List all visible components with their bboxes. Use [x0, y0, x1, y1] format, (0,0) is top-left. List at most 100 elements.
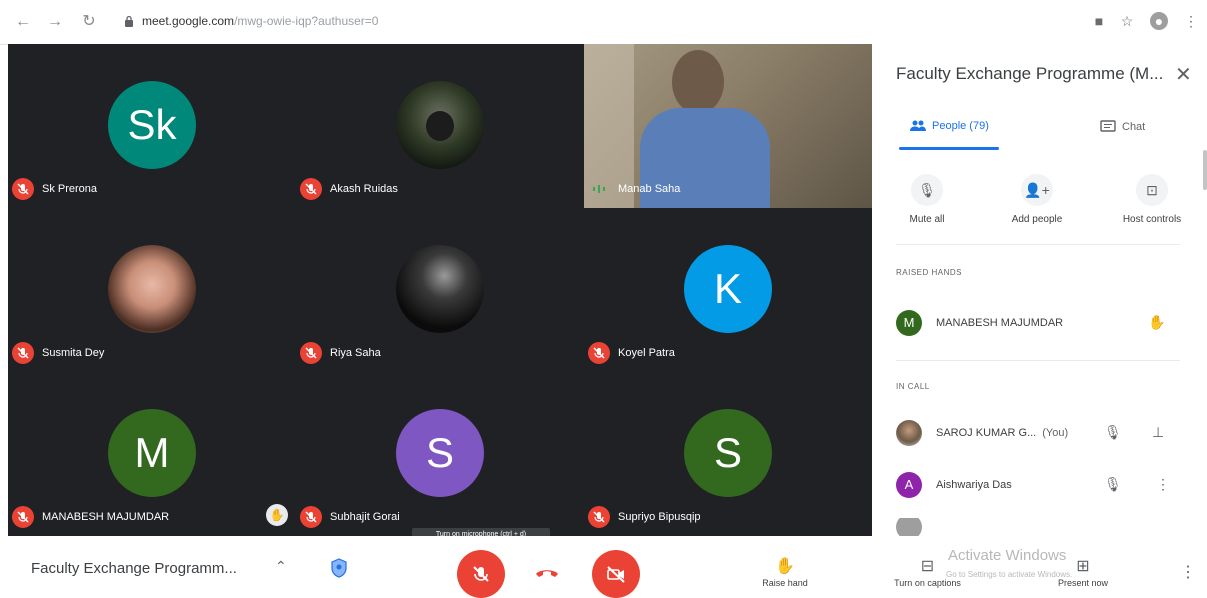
video-off-icon [607, 566, 625, 583]
add-people-button[interactable]: 👤+ Add people [992, 174, 1082, 225]
reload-icon[interactable]: ↻ [80, 13, 98, 31]
divider [896, 244, 1180, 245]
participant-tile[interactable]: Susmita Dey [8, 208, 296, 372]
participant-name: Manab Saha [618, 183, 681, 195]
participant-tile[interactable]: S Subhajit Gorai [296, 372, 584, 536]
participant-tile-video[interactable]: Manab Saha [584, 44, 872, 208]
camera-button[interactable] [592, 550, 640, 598]
tile-namebar: MANABESH MAJUMDAR [12, 506, 169, 528]
panel-title: Faculty Exchange Programme (M... [896, 64, 1164, 83]
present-now-label: Present now [1057, 578, 1109, 588]
profile-icon[interactable]: ● [1150, 12, 1168, 30]
avatar: S [396, 409, 484, 497]
participant-name: Sk Prerona [42, 183, 98, 195]
avatar: M [108, 409, 196, 497]
url-text[interactable]: meet.google.com/mwg-owie-iqp?authuser=0 [142, 14, 378, 28]
participant-tile[interactable]: S Supriyo Bipusqip [584, 372, 872, 536]
avatar-photo [396, 81, 484, 169]
raised-hand-row[interactable]: M MANABESH MAJUMDAR ✋ [896, 308, 1186, 338]
raise-hand-button[interactable]: ✋ Raise hand [740, 556, 830, 588]
shield-icon[interactable] [330, 558, 348, 578]
mute-all-button[interactable]: 🎙 Mute all [882, 174, 972, 225]
participant-name: Subhajit Gorai [330, 511, 400, 523]
host-controls-icon: ⊡ [1136, 174, 1168, 206]
participant-name: MANABESH MAJUMDAR [42, 511, 170, 523]
tile-namebar: Riya Saha [300, 342, 381, 364]
menu-icon[interactable]: ⋮ [1182, 12, 1200, 30]
camera-icon[interactable]: ■ [1090, 12, 1108, 30]
avatar-photo [896, 518, 922, 536]
participant-row[interactable]: SAROJ KUMAR G... (You) 🎙 ⊥ [896, 418, 1186, 448]
url-host: meet.google.com [142, 14, 235, 28]
mic-off-icon [300, 506, 322, 528]
mic-off-icon [300, 342, 322, 364]
activate-windows-watermark: Activate Windows [948, 547, 1067, 564]
pin-icon[interactable]: ⊥ [1152, 424, 1164, 441]
raised-hands-heading: RAISED HANDS [896, 268, 963, 277]
participant-name: SAROJ KUMAR G... [936, 427, 1037, 439]
avatar: S [684, 409, 772, 497]
more-options-icon[interactable]: ⋮ [1156, 476, 1170, 493]
participant-name: Susmita Dey [42, 347, 105, 359]
participant-grid: Sk Sk Prerona Akash Ruidas Manab Saha Su… [8, 44, 872, 536]
participant-row[interactable] [896, 518, 1186, 536]
tab-people[interactable]: People (79) [910, 120, 989, 132]
mic-off-icon: 🎙 [911, 174, 943, 206]
tile-namebar: Subhajit Gorai [300, 506, 400, 528]
avatar-photo [896, 420, 922, 446]
tab-chat-label: Chat [1122, 121, 1146, 133]
url-path: /mwg-owie-iqp?authuser=0 [234, 14, 379, 28]
participant-name: Akash Ruidas [330, 183, 398, 195]
panel-scrollbar[interactable] [1203, 150, 1207, 190]
participant-name: MANABESH MAJUMDAR [936, 317, 1064, 329]
tile-namebar: Koyel Patra [588, 342, 675, 364]
add-people-label: Add people [1011, 214, 1063, 225]
lock-icon [125, 15, 133, 27]
avatar-photo [108, 245, 196, 333]
participant-name: Supriyo Bipusqip [618, 511, 701, 523]
mute-all-label: Mute all [909, 214, 945, 225]
tab-chat[interactable]: Chat [1100, 120, 1145, 134]
chevron-up-icon[interactable]: ⌃ [275, 558, 287, 575]
mic-off-icon [588, 342, 610, 364]
meeting-controls-bar: Faculty Exchange Programm... ⌃ ✋ Raise h… [0, 536, 1207, 598]
participant-tile[interactable]: K Koyel Patra [584, 208, 872, 372]
mic-off-icon [12, 342, 34, 364]
forward-icon[interactable]: → [46, 13, 64, 31]
participant-tile[interactable]: Sk Sk Prerona [8, 44, 296, 208]
star-icon[interactable]: ☆ [1118, 12, 1136, 30]
pin-icon[interactable]: ✋ [266, 504, 288, 526]
back-icon[interactable]: ← [14, 13, 32, 31]
participant-row[interactable]: A Aishwariya Das 🎙 ⋮ [896, 470, 1186, 500]
active-tab-indicator [899, 147, 999, 150]
hang-up-icon[interactable] [534, 566, 560, 578]
mic-off-icon [588, 506, 610, 528]
chat-icon [1100, 120, 1116, 132]
mic-off-icon [12, 178, 34, 200]
you-label: (You) [1042, 427, 1069, 439]
add-person-icon: 👤+ [1021, 174, 1053, 206]
divider [896, 360, 1180, 361]
participant-tile[interactable]: Riya Saha [296, 208, 584, 372]
mic-off-icon: 🎙 [1104, 476, 1122, 492]
close-icon[interactable]: ✕ [1175, 62, 1192, 87]
avatar-photo [396, 245, 484, 333]
microphone-button[interactable] [457, 550, 505, 598]
raise-hand-label: Raise hand [762, 578, 808, 588]
raised-hand-icon[interactable]: ✋ [1148, 314, 1165, 331]
avatar: M [896, 310, 922, 336]
tile-namebar: Sk Prerona [12, 178, 97, 200]
browser-toolbar: ← → ↻ meet.google.com/mwg-owie-iqp?authu… [0, 0, 1207, 45]
participant-tile[interactable]: M MANABESH MAJUMDAR ✋ [8, 372, 296, 536]
mic-off-icon [473, 566, 489, 582]
avatar: K [684, 245, 772, 333]
meeting-title[interactable]: Faculty Exchange Programm... [31, 560, 237, 577]
mic-off-icon [300, 178, 322, 200]
host-controls-button[interactable]: ⊡ Host controls [1097, 174, 1207, 225]
more-options-icon[interactable]: ⋮ [1180, 562, 1196, 582]
participant-name: Riya Saha [330, 347, 381, 359]
tile-namebar: Akash Ruidas [300, 178, 398, 200]
host-controls-label: Host controls [1122, 214, 1182, 225]
mic-off-icon [12, 506, 34, 528]
participant-tile[interactable]: Akash Ruidas [296, 44, 584, 208]
